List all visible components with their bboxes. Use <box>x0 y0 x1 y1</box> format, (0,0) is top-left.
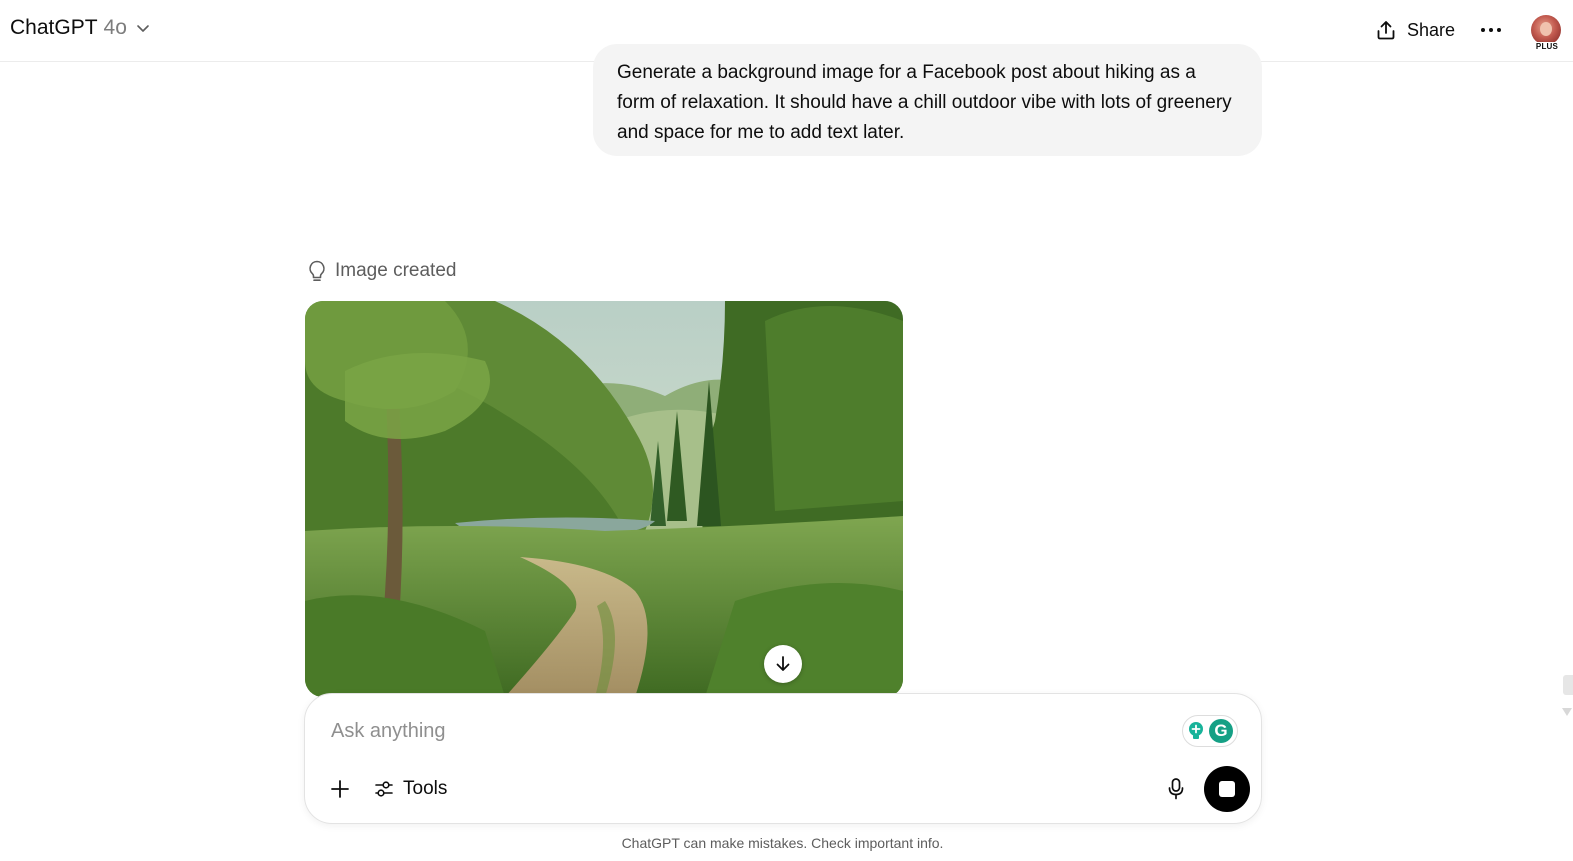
chevron-down-icon <box>137 25 149 32</box>
disclaimer-text: ChatGPT can make mistakes. Check importa… <box>621 835 944 851</box>
share-button[interactable]: Share <box>1374 14 1455 46</box>
grammarly-widget[interactable]: G <box>1182 715 1238 747</box>
plus-icon <box>331 780 349 798</box>
dictate-button[interactable] <box>1161 774 1191 804</box>
scroll-down-arrow-icon[interactable] <box>1562 708 1572 716</box>
app-name: ChatGPT <box>10 16 98 39</box>
tools-button[interactable]: Tools <box>373 774 447 804</box>
download-button[interactable] <box>764 645 802 683</box>
microphone-icon <box>1168 778 1184 800</box>
message-composer: G Tools <box>304 693 1262 824</box>
add-attachment-button[interactable] <box>325 774 355 804</box>
ellipsis-icon <box>1481 28 1501 32</box>
user-message-bubble: Generate a background image for a Facebo… <box>593 44 1262 156</box>
arrow-down-icon <box>776 656 790 671</box>
plan-badge: PLUS <box>1533 42 1561 51</box>
lightbulb-icon <box>309 260 325 281</box>
avatar[interactable] <box>1531 15 1561 45</box>
grammarly-bulb-icon <box>1189 722 1203 739</box>
model-name: 4o <box>103 16 127 39</box>
upload-icon <box>1377 21 1395 40</box>
assistant-status: Image created <box>306 259 456 283</box>
more-options-button[interactable] <box>1476 16 1506 44</box>
stop-generating-button[interactable] <box>1204 766 1250 812</box>
user-message-text: Generate a background image for a Facebo… <box>617 62 1232 143</box>
share-label: Share <box>1407 19 1456 40</box>
status-text: Image created <box>335 260 457 281</box>
generated-image[interactable] <box>305 301 903 697</box>
stop-icon <box>1219 781 1235 797</box>
tools-label: Tools <box>403 778 448 799</box>
prompt-input[interactable] <box>331 716 1151 746</box>
scrollbar-thumb[interactable] <box>1563 675 1573 695</box>
sliders-icon <box>375 781 393 797</box>
forest-trail-picture <box>305 301 903 697</box>
model-selector[interactable]: ChatGPT 4o <box>10 16 151 40</box>
grammarly-logo: G <box>1209 719 1233 743</box>
